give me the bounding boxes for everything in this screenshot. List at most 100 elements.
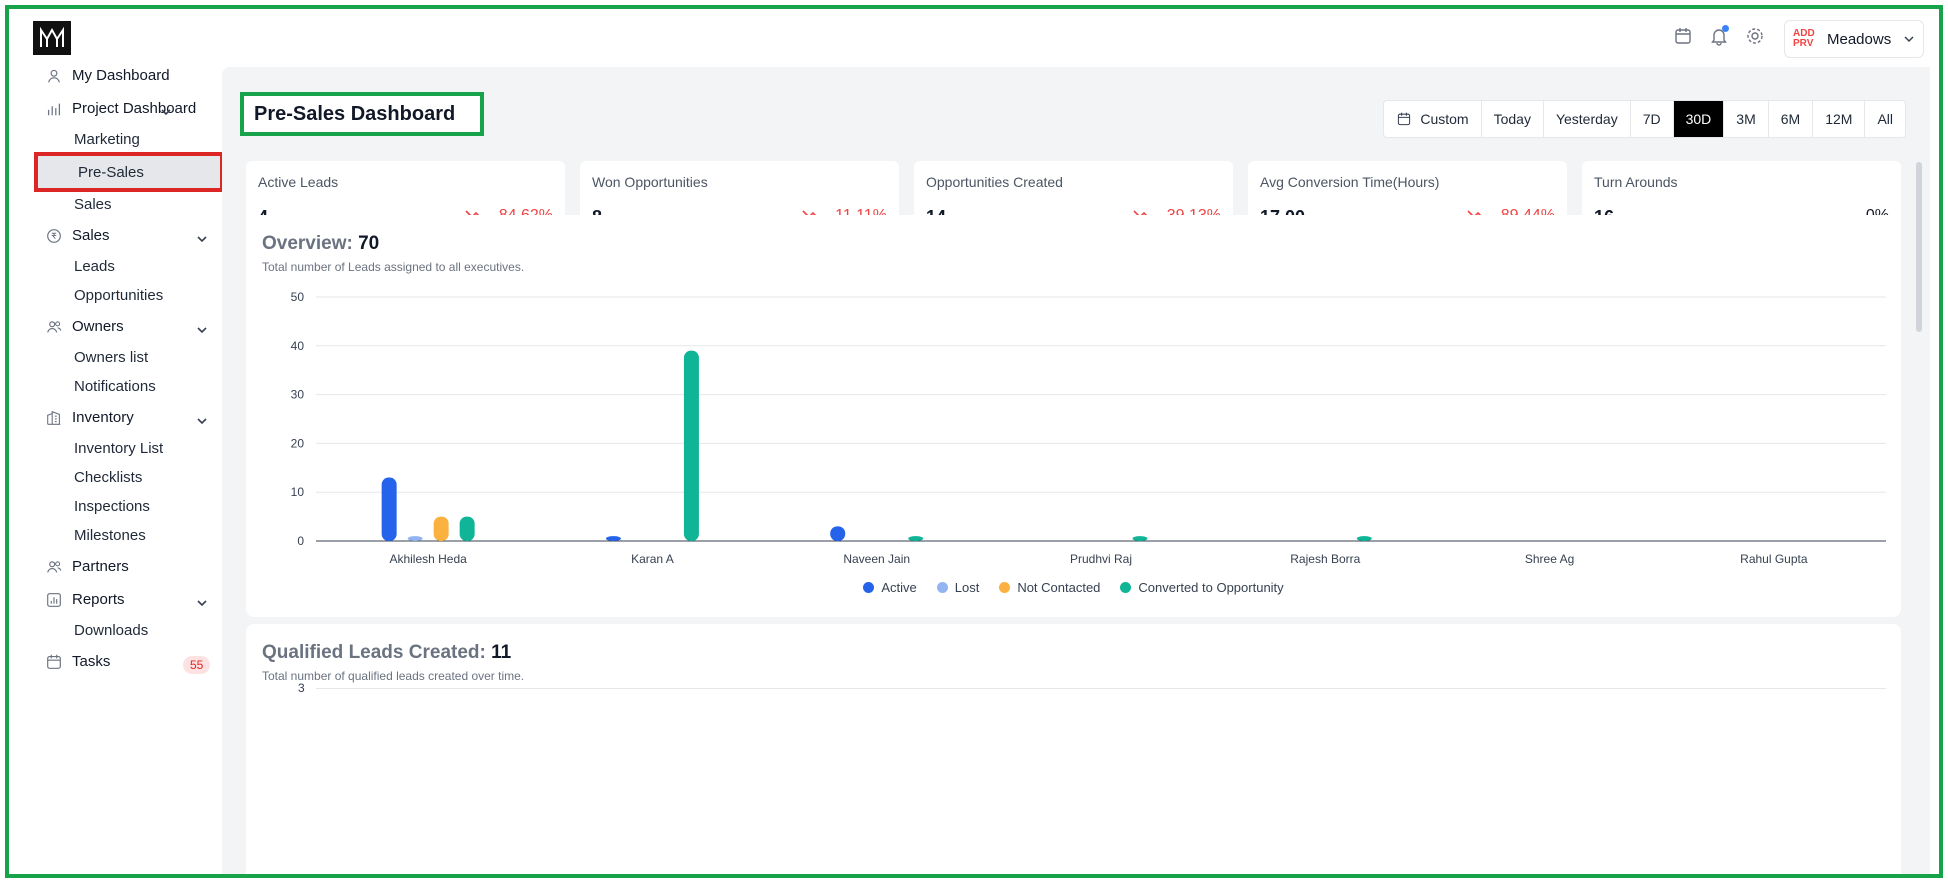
kpi-label: Turn Arounds <box>1594 174 1678 190</box>
sidebar-subitem-label: Checklists <box>74 469 143 486</box>
sidebar-subitem-milestones[interactable]: Milestones <box>9 521 222 550</box>
y-tick-label: 0 <box>297 534 304 548</box>
sidebar-subitem-notifications[interactable]: Notifications <box>9 372 222 401</box>
sidebar-item-label: Reports <box>72 591 125 608</box>
sidebar-nav: My Dashboard Project Dashboard Marketing Pr… <box>9 59 222 678</box>
legend-item[interactable]: Not Contacted <box>999 580 1100 595</box>
building-icon <box>44 408 64 428</box>
chevron-down-icon[interactable] <box>159 105 173 119</box>
y-tick-label: 50 <box>291 290 305 304</box>
kpi-label: Avg Conversion Time(Hours) <box>1260 174 1440 190</box>
range-today-button[interactable]: Today <box>1482 101 1544 137</box>
x-tick-label: Naveen Jain <box>843 552 910 566</box>
range-label: 7D <box>1642 111 1661 127</box>
range-6m-button[interactable]: 6M <box>1769 101 1814 137</box>
sidebar-item-label: My Dashboard <box>72 67 170 84</box>
sidebar-subitem-label: Inventory List <box>74 440 164 457</box>
chevron-down-icon[interactable] <box>195 232 209 246</box>
calendar-icon <box>1396 111 1412 127</box>
sidebar-item-sales[interactable]: Sales <box>9 219 222 252</box>
legend-item[interactable]: Lost <box>936 580 980 595</box>
bar-converted-to-opportunity <box>683 350 699 541</box>
legend-label: Lost <box>954 580 980 595</box>
bell-icon[interactable] <box>1708 25 1730 47</box>
sidebar-subitem-opportunities[interactable]: Opportunities <box>9 281 222 310</box>
sidebar-subitem-label: Milestones <box>74 527 146 544</box>
range-label: Today <box>1493 111 1531 127</box>
page-title-box: Pre-Sales Dashboard <box>240 92 484 136</box>
app-logo[interactable] <box>33 21 71 55</box>
kpi-label: Active Leads <box>258 174 339 190</box>
chevron-down-icon[interactable] <box>195 596 209 610</box>
range-30d-button[interactable]: 30D <box>1673 101 1725 137</box>
sidebar-subitem-owners-list[interactable]: Owners list <box>9 343 222 372</box>
range-label: Yesterday <box>1555 111 1618 127</box>
sidebar-subitem-label: Owners list <box>74 349 149 366</box>
sidebar-item-project-dashboard[interactable]: Project Dashboard <box>9 92 222 125</box>
main-content: Pre-Sales Dashboard Custom Today Yesterday… <box>222 67 1930 878</box>
sidebar-subitem-label: Marketing <box>74 131 140 148</box>
range-12m-button[interactable]: 12M <box>1813 101 1866 137</box>
sidebar-subitem-marketing[interactable]: Marketing <box>9 125 222 154</box>
chart-legend: Active Lost Not Contacted Converted to Oppo… <box>246 580 1901 595</box>
bar-chart-icon <box>44 99 64 119</box>
sidebar-item-tasks[interactable]: Tasks 55 <box>9 645 222 678</box>
sidebar-item-partners[interactable]: Partners <box>9 550 222 583</box>
sidebar-item-inventory[interactable]: Inventory <box>9 401 222 434</box>
legend-swatch <box>1120 582 1132 593</box>
sidebar-subitem-leads[interactable]: Leads <box>9 252 222 281</box>
overview-bar-chart: 0 10 20 30 40 50 Akhilesh Heda Karan A Naveen Ja… <box>291 290 1886 566</box>
range-7d-button[interactable]: 7D <box>1631 101 1674 137</box>
legend-label: Not Contacted <box>1017 580 1101 595</box>
rupee-icon <box>44 226 64 246</box>
sidebar-subitem-downloads[interactable]: Downloads <box>9 616 222 645</box>
bar-converted-to-opportunity <box>1132 536 1148 541</box>
qualified-y-tick: 3 <box>298 681 305 695</box>
bar-converted-to-opportunity <box>459 516 475 541</box>
gear-icon[interactable] <box>1744 25 1766 47</box>
sidebar-subitem-label: Inspections <box>74 498 150 515</box>
x-tick-label: Rajesh Borra <box>1290 552 1360 566</box>
sidebar-subitem-inspections[interactable]: Inspections <box>9 492 222 521</box>
sidebar-item-label: Sales <box>72 227 110 244</box>
range-label: 3M <box>1736 111 1756 127</box>
range-yesterday-button[interactable]: Yesterday <box>1544 101 1631 137</box>
y-tick-label: 40 <box>291 339 305 353</box>
x-tick-label: Prudhvi Raj <box>1070 552 1132 566</box>
range-3m-button[interactable]: 3M <box>1724 101 1769 137</box>
bar-lost <box>407 536 423 541</box>
notification-dot <box>1722 25 1729 32</box>
tasks-count-badge: 55 <box>183 656 211 674</box>
range-all-button[interactable]: All <box>1865 101 1905 137</box>
qualified-gridline <box>316 688 1886 689</box>
sidebar-item-owners[interactable]: Owners <box>9 310 222 343</box>
user-icon <box>44 66 64 86</box>
project-selector[interactable]: ADD PRV Meadows <box>1784 20 1924 58</box>
sidebar-item-label: Project Dashboard <box>72 100 197 117</box>
sidebar-item-my-dashboard[interactable]: My Dashboard <box>9 59 222 92</box>
sidebar-item-label: Inventory <box>72 409 134 426</box>
kpi-label: Opportunities Created <box>926 174 1063 190</box>
sidebar-subitem-pre-sales[interactable]: Pre-Sales <box>34 152 222 192</box>
sidebar-subitem-checklists[interactable]: Checklists <box>9 463 222 492</box>
sidebar: My Dashboard Project Dashboard Marketing Pr… <box>9 9 222 874</box>
chevron-down-icon[interactable] <box>195 323 209 337</box>
legend-item[interactable]: Converted to Opportunity <box>1120 580 1284 595</box>
x-tick-label: Akhilesh Heda <box>389 552 467 566</box>
calendar-icon[interactable] <box>1672 25 1694 47</box>
chevron-down-icon[interactable] <box>195 414 209 428</box>
qualified-total: 11 <box>491 642 512 663</box>
report-icon <box>44 590 64 610</box>
range-label: 30D <box>1685 111 1712 127</box>
users-icon <box>44 557 64 577</box>
y-tick-label: 10 <box>291 485 305 499</box>
sidebar-item-reports[interactable]: Reports <box>9 583 222 616</box>
legend-item[interactable]: Active <box>863 580 917 595</box>
scrollbar[interactable] <box>1916 162 1922 332</box>
range-label: All <box>1877 111 1893 127</box>
sidebar-subitem-sales[interactable]: Sales <box>9 190 222 219</box>
range-custom-button[interactable]: Custom <box>1384 101 1482 137</box>
sidebar-subitem-inventory-list[interactable]: Inventory List <box>9 434 222 463</box>
sidebar-subitem-label: Leads <box>74 258 115 275</box>
calendar-icon <box>44 652 64 672</box>
